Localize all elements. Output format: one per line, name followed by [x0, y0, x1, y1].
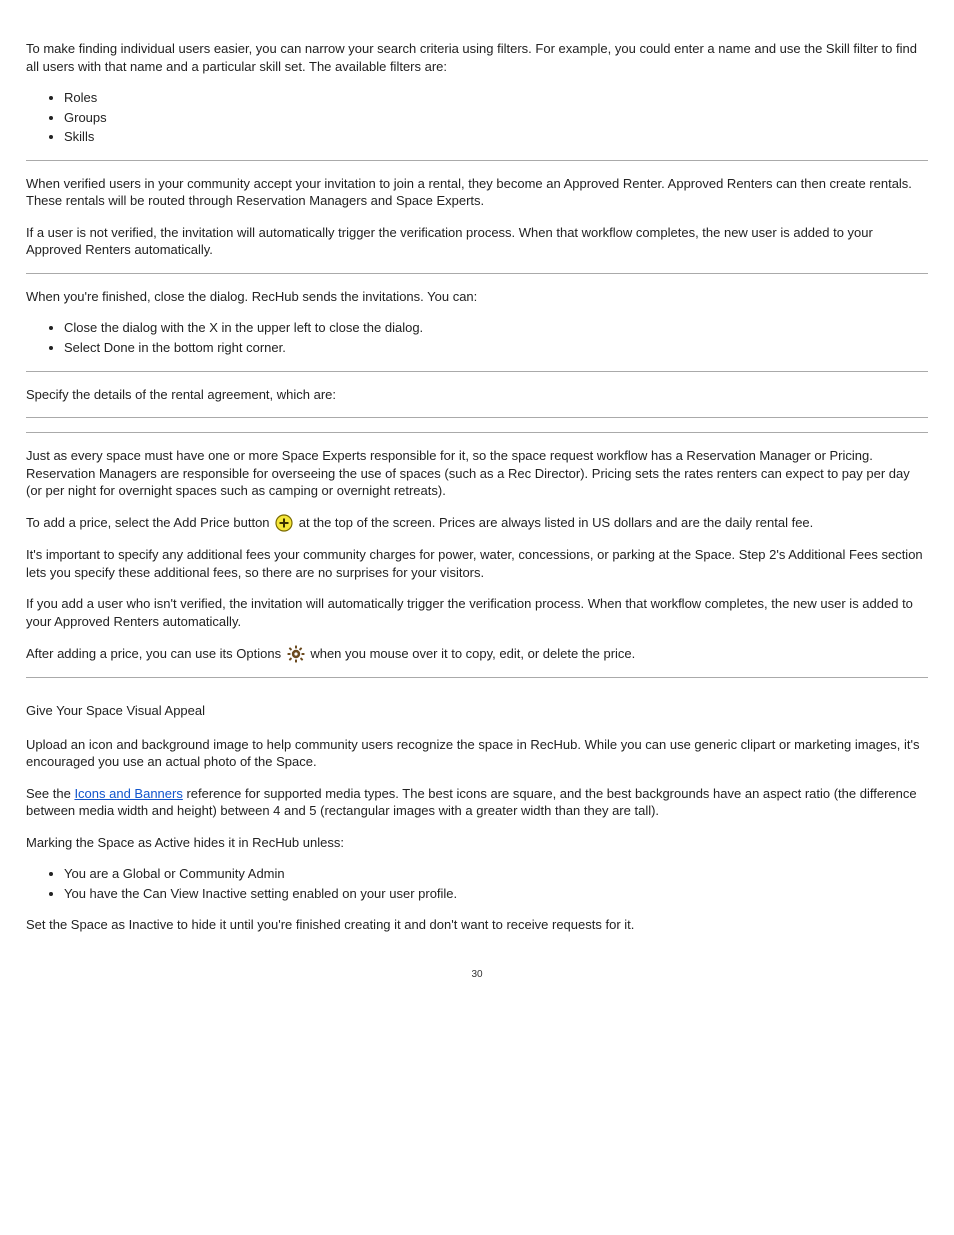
add-price-paragraph: To add a price, select the Add Price but… — [26, 514, 928, 533]
text-run: when you mouse over it to copy, edit, or… — [310, 646, 635, 661]
divider — [26, 273, 928, 274]
list-item: You have the Can View Inactive setting e… — [64, 885, 928, 903]
gear-icon — [287, 645, 305, 663]
list-item: Select Done in the bottom right corner. — [64, 339, 928, 357]
body-paragraph: If you add a user who isn't verified, th… — [26, 595, 928, 630]
options-paragraph: After adding a price, you can use its Op… — [26, 645, 928, 664]
list-item: Skills — [64, 128, 928, 146]
list-item: Roles — [64, 89, 928, 107]
divider — [26, 371, 928, 372]
body-paragraph: Specify the details of the rental agreem… — [26, 386, 928, 404]
filters-list: Roles Groups Skills — [26, 89, 928, 146]
body-paragraph: If a user is not verified, the invitatio… — [26, 224, 928, 259]
body-paragraph: Marking the Space as Active hides it in … — [26, 834, 928, 852]
visibility-list: You are a Global or Community Admin You … — [26, 865, 928, 902]
body-paragraph: Just as every space must have one or mor… — [26, 447, 928, 500]
divider — [26, 160, 928, 161]
body-paragraph: See the Icons and Banners reference for … — [26, 785, 928, 820]
body-paragraph: When verified users in your community ac… — [26, 175, 928, 210]
divider — [26, 417, 928, 418]
divider — [26, 432, 928, 433]
intro-paragraph: To make finding individual users easier,… — [26, 40, 928, 75]
icons-banners-link[interactable]: Icons and Banners — [74, 786, 182, 801]
text-run: After adding a price, you can use its Op… — [26, 646, 285, 661]
section-heading: Give Your Space Visual Appeal — [26, 702, 928, 720]
list-item: You are a Global or Community Admin — [64, 865, 928, 883]
close-dialog-list: Close the dialog with the X in the upper… — [26, 319, 928, 356]
add-price-icon — [275, 514, 293, 532]
body-paragraph: When you're finished, close the dialog. … — [26, 288, 928, 306]
list-item: Groups — [64, 109, 928, 127]
body-paragraph: Set the Space as Inactive to hide it unt… — [26, 916, 928, 934]
list-item: Close the dialog with the X in the upper… — [64, 319, 928, 337]
body-paragraph: It's important to specify any additional… — [26, 546, 928, 581]
page-number: 30 — [0, 969, 954, 980]
text-run: See the — [26, 786, 74, 801]
divider — [26, 677, 928, 678]
body-paragraph: Upload an icon and background image to h… — [26, 736, 928, 771]
text-run: To add a price, select the Add Price but… — [26, 515, 273, 530]
text-run: at the top of the screen. Prices are alw… — [299, 515, 814, 530]
